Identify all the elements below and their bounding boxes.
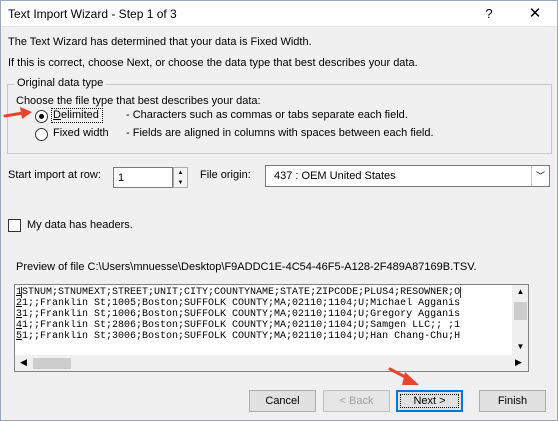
fixed-width-radio[interactable] [35,128,48,141]
fixed-width-label[interactable]: Fixed width [53,127,109,139]
preview-row-text: 1;;Franklin St;1006;Boston;SUFFOLK COUNT… [22,309,461,320]
preview-row: 31;;Franklin St;1006;Boston;SUFFOLK COUN… [16,309,496,320]
preview-row-text: 1;;Franklin St;1005;Boston;SUFFOLK COUNT… [22,298,461,309]
text-import-wizard-dialog: Text Import Wizard - Step 1 of 3 ? ✕ The… [0,0,558,421]
finish-button[interactable]: Finish [479,390,546,412]
preview-label: Preview of file C:\Users\mnuesse\Desktop… [16,261,477,273]
delimited-label-text: elimited [60,109,99,121]
spin-up-icon[interactable]: ▲ [174,168,187,178]
scroll-right-icon[interactable]: ▶ [515,357,522,368]
chevron-down-icon[interactable]: ﹀ [531,166,549,186]
preview-row: 1STNUM;STNUMEXT;STREET;UNIT;CITY;COUNTYN… [16,287,496,298]
delimited-radio[interactable] [35,110,48,123]
close-button[interactable]: ✕ [513,2,557,26]
file-origin-select[interactable]: 437 : OEM United States ﹀ [265,165,550,187]
horizontal-scrollbar[interactable]: ◀ ▶ [15,355,528,371]
headers-checkbox-label[interactable]: My data has headers. [27,219,133,231]
preview-row: 41;;Franklin St;2806;Boston;SUFFOLK COUN… [16,320,496,331]
preview-lines: 1STNUM;STNUMEXT;STREET;UNIT;CITY;COUNTYN… [16,287,496,342]
annotation-arrow-icon [3,107,32,119]
preview-pane[interactable]: 1STNUM;STNUMEXT;STREET;UNIT;CITY;COUNTYN… [14,284,529,372]
title-bar: Text Import Wizard - Step 1 of 3 ? ✕ [1,1,557,27]
help-button[interactable]: ? [467,2,511,26]
cancel-button[interactable]: Cancel [249,390,316,412]
back-button[interactable]: < Back [323,390,390,412]
start-row-spinner[interactable]: ▲ ▼ [173,167,188,188]
annotation-arrow-icon [388,367,419,385]
headers-checkbox[interactable] [8,219,21,232]
preview-row-text: STNUM;STNUMEXT;STREET;UNIT;CITY;COUNTYNA… [21,287,462,298]
start-row-input[interactable] [113,167,173,188]
vertical-scrollbar[interactable]: ▲ ▼ [512,285,528,355]
dialog-title: Text Import Wizard - Step 1 of 3 [8,7,177,21]
file-type-prompt: Choose the file type that best describes… [16,95,261,107]
file-origin-value: 437 : OEM United States [274,170,396,182]
horizontal-scroll-thumb[interactable] [33,358,71,369]
preview-row-text: 1;;Franklin St;3006;Boston;SUFFOLK COUNT… [22,331,461,342]
scroll-up-icon[interactable]: ▲ [512,287,528,296]
preview-row: 21;;Franklin St;1005;Boston;SUFFOLK COUN… [16,298,496,309]
intro-text-1: The Text Wizard has determined that your… [8,36,312,48]
next-button-label: Next > [400,394,459,408]
file-origin-label: File origin: [200,169,251,181]
scroll-down-icon[interactable]: ▼ [512,342,528,351]
delimited-description: - Characters such as commas or tabs sepa… [126,109,408,121]
scroll-left-icon[interactable]: ◀ [20,357,27,368]
group-legend: Original data type [14,77,107,89]
preview-row: 51;;Franklin St;3006;Boston;SUFFOLK COUN… [16,331,496,342]
delimited-label[interactable]: Delimited [53,109,99,121]
vertical-scroll-thumb[interactable] [514,302,527,320]
fixed-width-description: - Fields are aligned in columns with spa… [126,127,434,139]
original-data-type-group: Original data type Choose the file type … [7,77,552,154]
next-button[interactable]: Next > [396,390,463,412]
preview-row-text: 1;;Franklin St;2806;Boston;SUFFOLK COUNT… [22,320,461,331]
start-import-label: Start import at row: [8,169,101,181]
spin-down-icon[interactable]: ▼ [174,178,187,188]
intro-text-2: If this is correct, choose Next, or choo… [8,57,418,69]
